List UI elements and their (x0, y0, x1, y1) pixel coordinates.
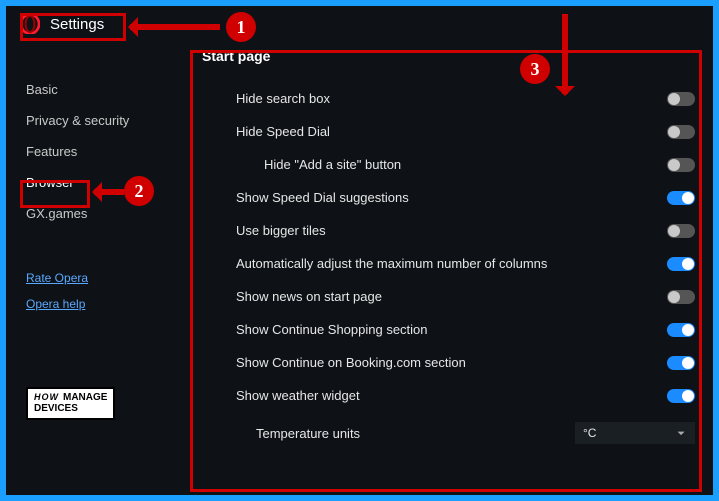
setting-row[interactable]: Show Continue on Booking.com section (208, 346, 695, 379)
link-opera-help[interactable]: Opera help (26, 291, 186, 317)
content: Basic Privacy & security Features Browse… (6, 40, 713, 495)
setting-label: Hide search box (208, 91, 667, 106)
setting-label: Show weather widget (208, 388, 667, 403)
toggle-switch[interactable] (667, 257, 695, 271)
toggle-switch[interactable] (667, 158, 695, 172)
sidebar-links: Rate Opera Opera help (26, 265, 186, 317)
badge-manage: MANAGE (63, 393, 107, 404)
temperature-units-value: °C (583, 426, 596, 440)
setting-row[interactable]: Use bigger tiles (208, 214, 695, 247)
setting-label: Show Speed Dial suggestions (208, 190, 667, 205)
setting-label: Show Continue on Booking.com section (208, 355, 667, 370)
sidebar-item-privacy[interactable]: Privacy & security (26, 105, 186, 136)
header: Settings (6, 6, 713, 40)
toggle-switch[interactable] (667, 92, 695, 106)
watermark-badge: HOW MANAGE DEVICES (26, 387, 186, 420)
toggle-switch[interactable] (667, 323, 695, 337)
setting-label: Show Continue Shopping section (208, 322, 667, 337)
sidebar-item-browser[interactable]: Browser (26, 167, 186, 198)
toggle-switch[interactable] (667, 290, 695, 304)
setting-row[interactable]: Show Continue Shopping section (208, 313, 695, 346)
main-panel: Start page Hide search box Hide Speed Dia… (186, 40, 713, 495)
sidebar-item-gxgames[interactable]: GX.games (26, 198, 186, 229)
temperature-units-label: Temperature units (208, 426, 575, 441)
sidebar-item-features[interactable]: Features (26, 136, 186, 167)
setting-label: Use bigger tiles (208, 223, 667, 238)
section-title: Start page (202, 48, 695, 64)
badge-devices: DEVICES (34, 404, 107, 415)
toggle-switch[interactable] (667, 125, 695, 139)
setting-row[interactable]: Hide "Add a site" button (208, 148, 695, 181)
setting-row[interactable]: Show Speed Dial suggestions (208, 181, 695, 214)
app-window: Settings Basic Privacy & security Featur… (6, 6, 713, 495)
settings-rows: Hide search box Hide Speed Dial Hide "Add … (208, 82, 695, 412)
setting-label: Hide Speed Dial (208, 124, 667, 139)
temperature-units-select[interactable]: °C ▼ (575, 422, 695, 444)
temperature-units-row[interactable]: Temperature units °C ▼ (208, 412, 695, 444)
sidebar: Basic Privacy & security Features Browse… (6, 40, 186, 495)
setting-label: Automatically adjust the maximum number … (208, 256, 667, 271)
setting-row[interactable]: Show weather widget (208, 379, 695, 412)
badge-how: HOW (34, 393, 59, 404)
setting-row[interactable]: Show news on start page (208, 280, 695, 313)
opera-logo-icon (20, 14, 40, 34)
sidebar-item-basic[interactable]: Basic (26, 74, 186, 105)
toggle-switch[interactable] (667, 389, 695, 403)
toggle-switch[interactable] (667, 356, 695, 370)
chevron-down-icon: ▼ (675, 430, 687, 437)
link-rate-opera[interactable]: Rate Opera (26, 265, 186, 291)
page-title: Settings (50, 16, 104, 33)
setting-row[interactable]: Automatically adjust the maximum number … (208, 247, 695, 280)
setting-row[interactable]: Hide Speed Dial (208, 115, 695, 148)
toggle-switch[interactable] (667, 224, 695, 238)
setting-label: Hide "Add a site" button (208, 157, 667, 172)
setting-row[interactable]: Hide search box (208, 82, 695, 115)
toggle-switch[interactable] (667, 191, 695, 205)
setting-label: Show news on start page (208, 289, 667, 304)
